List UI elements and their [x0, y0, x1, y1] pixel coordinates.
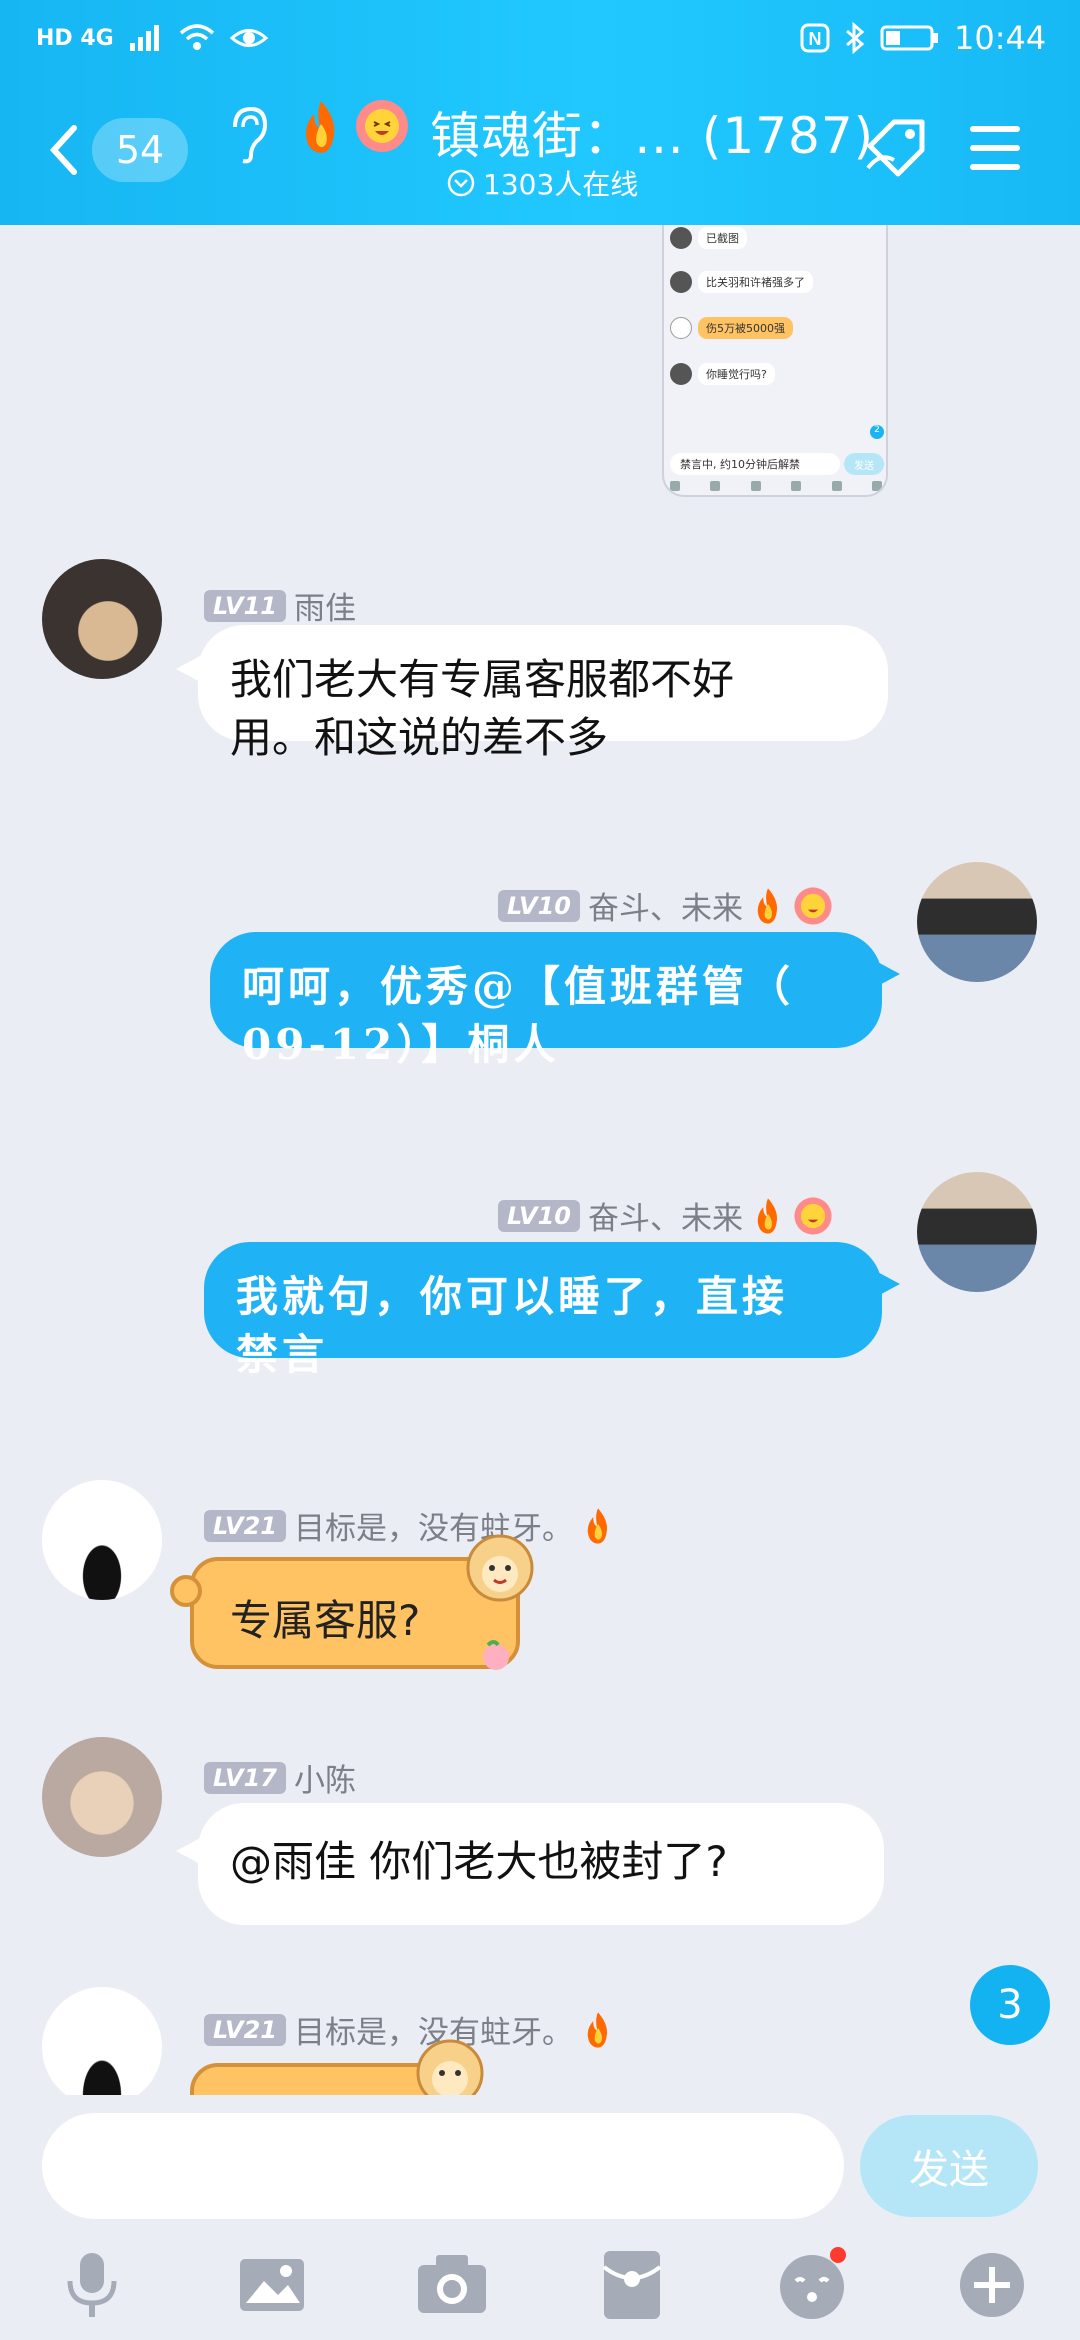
sender-label: 奋斗、未来: [587, 1201, 743, 1237]
plus-icon[interactable]: [952, 2245, 1032, 2325]
message-bubble[interactable]: 我就句，你可以睡了，直接 禁言: [204, 1242, 882, 1379]
avatar[interactable]: [917, 862, 1037, 982]
message-line: 呵呵，优秀@【值班群管（: [242, 962, 795, 1011]
clock: 10:44: [954, 19, 1047, 57]
level-badge: LV17: [204, 1761, 286, 1794]
preview-input: 禁言中, 约10分钟后解禁: [670, 453, 840, 475]
level-badge: LV21: [204, 2013, 286, 2046]
fire-icon: [587, 2011, 607, 2048]
menu-icon[interactable]: [968, 122, 1022, 174]
tag-icon[interactable]: [860, 112, 934, 186]
fire-icon: [305, 101, 335, 153]
sender-label: 雨佳: [293, 591, 356, 627]
flower-emoji-icon: [356, 100, 408, 152]
message-line: 禁言: [236, 1330, 329, 1379]
status-right: N 10:44: [800, 14, 1046, 62]
unread-badge[interactable]: 54: [92, 118, 188, 182]
message-line: 09-12）】桐人: [242, 1020, 560, 1069]
peach-sticker-icon: [483, 1640, 509, 1670]
wifi-icon: [179, 24, 214, 50]
bubble-tail-decoration: [170, 1575, 202, 1607]
new-messages-bubble[interactable]: 3: [970, 1965, 1050, 2045]
preview-line: 你睡觉行吗?: [698, 363, 775, 385]
message-line: 我们老大有专属客服都不好: [230, 655, 735, 704]
avatar[interactable]: [42, 1987, 162, 2095]
online-label: 1303人在线: [483, 168, 639, 201]
avatar[interactable]: [42, 559, 162, 679]
avatar[interactable]: [917, 1172, 1037, 1292]
fire-icon: [757, 1197, 777, 1234]
sender-name: LV10 奋斗、未来: [498, 883, 833, 928]
eye-icon: [229, 29, 268, 47]
sender-name: LV17 小陈: [204, 1755, 356, 1800]
sender-label: 奋斗、未来: [587, 891, 743, 927]
signal-icon: [129, 25, 159, 51]
bluetooth-icon: [846, 22, 865, 54]
avatar[interactable]: [42, 1737, 162, 1857]
back-icon[interactable]: [40, 110, 90, 190]
preview-send: 发送: [844, 453, 884, 475]
mic-icon[interactable]: [52, 2245, 132, 2325]
redpacket-icon[interactable]: [592, 2245, 672, 2325]
avatar[interactable]: [42, 1480, 162, 1600]
sender-label: 小陈: [293, 1763, 356, 1799]
input-bar: 发送: [0, 2095, 1080, 2340]
message-line: 我就句，你可以睡了，直接: [236, 1272, 789, 1321]
send-button[interactable]: 发送: [860, 2115, 1038, 2217]
sender-name: LV21 目标是，没有蛀牙。: [204, 2007, 615, 2052]
message-line: 用。和这说的差不多: [230, 713, 609, 762]
svg-text:N: N: [809, 29, 822, 49]
ear-icon[interactable]: [225, 105, 269, 165]
fire-icon: [587, 1507, 607, 1544]
message-bubble[interactable]: @雨佳 你们老大也被封了?: [198, 1803, 884, 1925]
image-icon[interactable]: [232, 2245, 312, 2325]
preview-toolbar: [670, 481, 882, 491]
preview-line: 伤5万被5000强: [698, 317, 793, 339]
level-badge: LV10: [498, 1199, 580, 1232]
monkey-sticker-icon: [416, 2039, 484, 2095]
fire-icon: [757, 887, 777, 924]
battery-icon: [880, 25, 938, 51]
network-indicator: HD 4G: [36, 25, 114, 51]
online-count[interactable]: 1303人在线: [447, 163, 638, 203]
level-badge: LV10: [498, 889, 580, 922]
flower-emoji-icon: [794, 1196, 832, 1235]
message-bubble[interactable]: 呵呵，优秀@【值班群管（ 09-12）】桐人: [210, 932, 882, 1069]
level-badge: LV21: [204, 1509, 286, 1542]
message-list[interactable]: 已截图 比关羽和许褚强多了 伤5万被5000强 你睡觉行吗? 2 禁言中, 约1…: [0, 225, 1080, 2095]
sender-name: LV21 目标是，没有蛀牙。: [204, 1503, 615, 1548]
camera-icon[interactable]: [412, 2245, 492, 2325]
sender-name: LV11 雨佳: [204, 583, 356, 628]
preview-line: 已截图: [698, 227, 747, 249]
message-input[interactable]: [42, 2113, 844, 2219]
page-title[interactable]: 镇魂街：… (1787): [430, 96, 874, 168]
emoji-icon[interactable]: [772, 2245, 852, 2325]
nfc-icon: N: [800, 23, 830, 53]
monkey-sticker-icon: [466, 1534, 534, 1602]
chat-header: HD 4G N 10:44 54 镇魂街：… (1787) 1303人在线: [0, 0, 1080, 225]
preview-unread: 2: [870, 425, 884, 439]
level-badge: LV11: [204, 589, 286, 622]
chevron-down-icon: [447, 169, 475, 197]
sender-name: LV10 奋斗、未来: [498, 1193, 833, 1238]
flower-emoji-icon: [794, 886, 832, 925]
preview-line: 比关羽和许褚强多了: [698, 271, 813, 293]
status-left: HD 4G: [36, 14, 268, 62]
message-bubble[interactable]: 我们老大有专属客服都不好 用。和这说的差不多: [198, 625, 888, 762]
shared-screenshot-image[interactable]: 已截图 比关羽和许褚强多了 伤5万被5000强 你睡觉行吗? 2 禁言中, 约1…: [662, 225, 888, 497]
